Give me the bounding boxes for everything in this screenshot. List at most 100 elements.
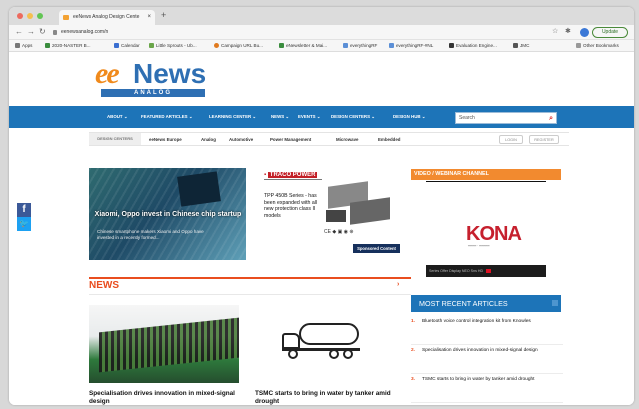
minimize-window-button[interactable] — [27, 13, 33, 19]
nav-learning-center[interactable]: LEARNING CENTER ⌄ — [209, 114, 256, 120]
news-title[interactable]: Specialisation drives innovation in mixe… — [89, 390, 239, 405]
most-recent-heading: MOST RECENT ARTICLES — [411, 295, 561, 312]
item-number: 3. — [411, 377, 416, 382]
url-field[interactable]: eenewsanalog.com/n — [53, 27, 533, 38]
subnav-microwave[interactable]: Microwave — [336, 137, 358, 142]
nav-events[interactable]: EVENTS ⌄ — [298, 114, 320, 120]
hero-summary: Chinese smartphone makers Xiaomi and Opp… — [97, 229, 204, 240]
hero-title[interactable]: Xiaomi, Oppo invest in Chinese chip star… — [93, 210, 243, 219]
nav-featured-articles[interactable]: FEATURED ARTICLES ⌄ — [141, 114, 193, 120]
news-more-arrow-icon[interactable]: › — [397, 281, 399, 288]
bookmark-label: everythingRF-#NL — [396, 43, 434, 48]
video-caption-bar[interactable]: Series Offer Display NEO Sns HD — [426, 265, 546, 277]
title-bar: eeNews Analog Design Cente × + — [9, 7, 634, 25]
item-title[interactable]: Bluetooth voice control integration kit … — [422, 319, 531, 324]
truck-cab-icon — [282, 333, 300, 349]
item-number: 2. — [411, 348, 416, 353]
most-recent-label: MOST RECENT ARTICLES — [419, 299, 508, 308]
pcb-image — [99, 317, 239, 373]
featured-story[interactable]: Xiaomi, Oppo invest in Chinese chip star… — [89, 168, 246, 260]
bookmark-label: Evaluation Engine... — [456, 43, 497, 48]
bookmark-apps[interactable]: Apps — [15, 40, 32, 52]
social-share-bar: f 🐦 — [17, 203, 31, 231]
site-logo[interactable]: ee News ANALOG — [95, 59, 207, 97]
collapse-icon[interactable] — [552, 300, 558, 306]
register-button[interactable]: REGISTER — [529, 135, 559, 144]
apps-icon — [15, 43, 20, 48]
window-controls — [17, 13, 43, 19]
bookmark-jmc[interactable]: JMC — [513, 40, 529, 52]
traco-power-ad[interactable]: ▪ TRACO POWER TPP 450B Series - has been… — [258, 168, 401, 260]
list-item[interactable]: 1. Bluetooth voice control integration k… — [411, 319, 563, 345]
maximize-window-button[interactable] — [37, 13, 43, 19]
bookmark-label: Other Bookmarks — [583, 43, 619, 48]
bookmark-other[interactable]: Other Bookmarks — [576, 40, 619, 52]
item-title[interactable]: Specialisation drives innovation in mixe… — [422, 348, 538, 353]
tab-close-icon[interactable]: × — [147, 10, 151, 25]
nav-about[interactable]: ABOUT ⌄ — [107, 114, 128, 120]
forward-icon[interactable]: → — [27, 27, 35, 36]
new-tab-button[interactable]: + — [161, 10, 166, 20]
facebook-icon[interactable]: f — [17, 203, 31, 217]
design-centers-label: DESIGN CENTERS — [89, 133, 141, 145]
news-image-circuit-board[interactable] — [89, 305, 239, 383]
bookmark-calendar[interactable]: Calendar — [114, 40, 140, 52]
item-title[interactable]: TSMC starts to bring in water by tanker … — [422, 377, 535, 382]
bookmark-evaluation-engine[interactable]: Evaluation Engine... — [449, 40, 497, 52]
list-item[interactable]: 2. Specialisation drives innovation in m… — [411, 348, 563, 374]
recent-articles-list: 1. Bluetooth voice control integration k… — [411, 319, 563, 405]
url-text: eenewsanalog.com/n — [61, 29, 109, 35]
news-heading[interactable]: NEWS — [89, 280, 119, 291]
wheel-icon — [329, 349, 339, 359]
ad-brand: ▪ TRACO POWER — [264, 171, 322, 180]
news-title[interactable]: TSMC starts to bring in water by tanker … — [255, 390, 405, 405]
search-icon[interactable]: ⌕ — [549, 113, 553, 124]
sponsored-content-label[interactable]: Sponsored Content — [353, 244, 400, 253]
bookmark-everythingrf[interactable]: everythingRF — [343, 40, 377, 52]
sheet-icon — [279, 43, 284, 48]
twitter-icon[interactable]: 🐦 — [17, 217, 31, 231]
close-window-button[interactable] — [17, 13, 23, 19]
update-button[interactable]: Update — [592, 27, 628, 38]
address-bar-row: ← → ↻ eenewsanalog.com/n ☆ ✱ Update — [9, 25, 634, 40]
news-image-tanker-truck[interactable] — [255, 305, 405, 383]
browser-tab[interactable]: eeNews Analog Design Cente × — [59, 10, 155, 25]
site-favicon-icon — [63, 15, 69, 20]
main-navigation: ABOUT ⌄ FEATURED ARTICLES ⌄ LEARNING CEN… — [9, 106, 634, 128]
reload-icon[interactable]: ↻ — [39, 27, 46, 36]
item-number: 1. — [411, 319, 416, 324]
search-input[interactable]: Search ⌕ — [455, 112, 557, 124]
bookmark-naster[interactable]: 2020-NASTER B... — [45, 40, 91, 52]
certification-icons: CE ◆ ▣ ◉ ⊕ — [324, 229, 354, 235]
profile-avatar[interactable] — [580, 28, 589, 37]
nav-news[interactable]: NEWS ⌄ — [271, 114, 289, 120]
bookmark-enewsletter[interactable]: eNewsletter & Mai... — [279, 40, 327, 52]
back-icon[interactable]: ← — [15, 27, 23, 36]
calendar-icon — [114, 43, 119, 48]
subnav-eenews-europe[interactable]: eeNews Europe — [149, 137, 182, 142]
ad-body: TPP 450B Series - has been expanded with… — [264, 193, 318, 219]
login-button[interactable]: LOGIN — [499, 135, 523, 144]
engine-icon — [449, 43, 454, 48]
star-icon[interactable]: ☆ — [552, 27, 558, 35]
bookmark-label: eNewsletter & Mai... — [286, 43, 328, 48]
chip-image — [177, 171, 221, 207]
subnav-power-management[interactable]: Power Management — [270, 137, 311, 142]
bookmark-label: JMC — [520, 43, 530, 48]
bookmark-everythingrf-nl[interactable]: everythingRF-#NL — [389, 40, 433, 52]
bookmark-label: Campaign URL Bu... — [221, 43, 263, 48]
nav-design-centers[interactable]: DESIGN CENTERS ⌄ — [331, 114, 375, 120]
tab-title: eeNews Analog Design Cente — [73, 14, 140, 20]
bookmark-campaign-url[interactable]: Campaign URL Bu... — [214, 40, 263, 52]
nav-design-hub[interactable]: DESIGN HUB ⌄ — [393, 114, 425, 120]
subnav-automotive[interactable]: Automotive — [229, 137, 253, 142]
extensions-icon[interactable]: ✱ — [565, 27, 571, 35]
list-item[interactable]: 3. TSMC starts to bring in water by tank… — [411, 377, 563, 403]
kona-tagline: ━━━━ · ━━━━━ — [468, 244, 490, 248]
subnav-embedded[interactable]: Embedded — [378, 137, 400, 142]
logo-analog: ANALOG — [101, 89, 205, 97]
logo-news: News — [133, 58, 207, 89]
subnav-analog[interactable]: Analog — [201, 137, 216, 142]
search-placeholder: Search — [459, 115, 475, 121]
bookmark-little-sprouts[interactable]: Little Sprouts - Ub... — [149, 40, 197, 52]
